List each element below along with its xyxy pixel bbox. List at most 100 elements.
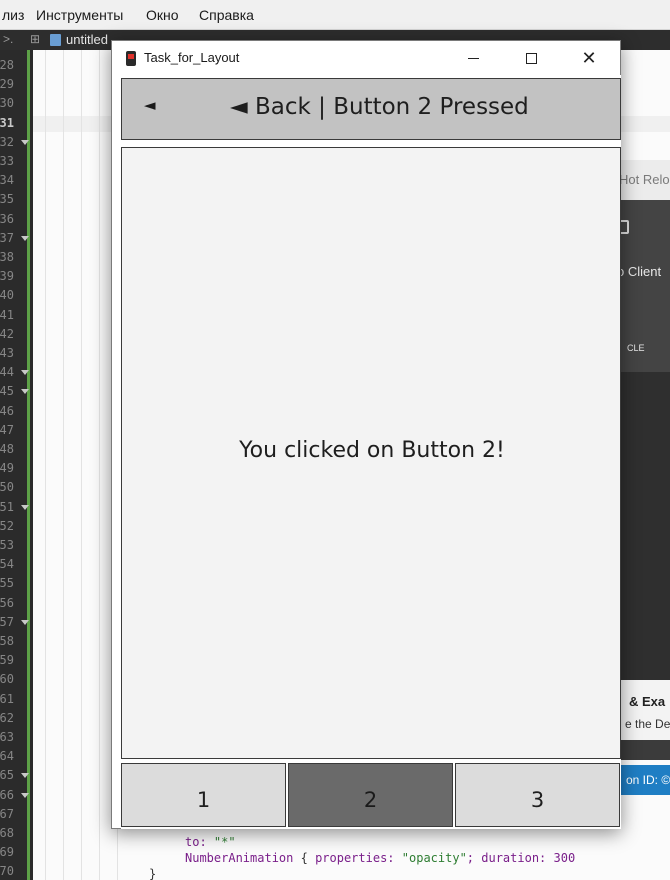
line-number: 44 <box>0 365 14 380</box>
line-number: 33 <box>0 154 14 168</box>
line-number-gutter: 28 29 30 31 32 33 34 35 36 37 38 39 40 41 42 43 44 45 46 47… <box>0 50 30 880</box>
line-number: 31 <box>0 115 14 130</box>
fold-toggle-icon[interactable] <box>21 619 29 625</box>
header-bar: ◄ ◄ Back | Button 2 Pressed <box>121 78 621 140</box>
line-number: 56 <box>0 595 14 610</box>
code-type: NumberAnimation <box>185 851 294 865</box>
bottom-tab-bar: 1 2 3 <box>121 763 621 829</box>
line-number: 35 <box>0 192 14 207</box>
line-number: 37 <box>0 230 14 245</box>
line-number: 39 <box>0 269 14 284</box>
line-number: 55 <box>0 576 14 591</box>
line-number: 46 <box>0 403 14 418</box>
line-number: 47 <box>0 422 14 437</box>
status-message: You clicked on Button 2! <box>239 438 505 463</box>
minimize-icon <box>467 57 479 59</box>
line-number: 28 <box>0 58 14 72</box>
line-number: 43 <box>0 346 14 360</box>
clear-button[interactable]: CLE <box>627 343 645 353</box>
code-key: to: <box>185 835 214 849</box>
code-brace: } <box>149 867 157 880</box>
code-key: ; duration: 300 <box>466 851 576 865</box>
line-number: 67 <box>0 806 14 821</box>
line-number: 58 <box>0 634 14 648</box>
app-client-area: ◄ ◄ Back | Button 2 Pressed You clicked … <box>121 75 621 829</box>
line-number: 65 <box>0 768 14 783</box>
fold-toggle-icon[interactable] <box>21 504 29 510</box>
terminal-icon[interactable]: >. <box>3 32 13 46</box>
examples-heading: & Exa <box>629 694 666 709</box>
window-titlebar[interactable]: Task_for_Layout ✕ <box>112 41 620 75</box>
line-number: 69 <box>0 845 14 860</box>
fold-toggle-icon[interactable] <box>21 389 29 395</box>
maximize-button[interactable] <box>508 41 554 75</box>
maximize-icon <box>525 52 537 64</box>
fold-toggle-icon[interactable] <box>21 370 29 376</box>
code-line-to: to: "*" <box>185 834 236 850</box>
menu-item-help[interactable]: Справка <box>199 7 254 23</box>
line-number: 68 <box>0 826 14 840</box>
fold-toggle-icon[interactable] <box>21 139 29 145</box>
line-number: 45 <box>0 384 14 399</box>
line-number: 40 <box>0 288 14 303</box>
line-number: 70 <box>0 864 14 879</box>
line-number: 60 <box>0 672 14 687</box>
tab-button-1[interactable]: 1 <box>121 763 286 827</box>
close-icon: ✕ <box>581 47 597 69</box>
fold-toggle-icon[interactable] <box>21 235 29 241</box>
line-number: 59 <box>0 653 14 668</box>
examples-description: e the Dev <box>625 717 670 731</box>
session-id-bar[interactable]: on ID: © <box>620 765 670 795</box>
ide-menubar: лиз Инструменты Окно Справка <box>0 0 670 30</box>
code-string: "opacity" <box>401 851 467 865</box>
code-key: properties: <box>315 851 402 865</box>
menu-item-analysis[interactable]: лиз <box>2 7 24 23</box>
window-title: Task_for_Layout <box>144 50 240 65</box>
file-icon <box>50 34 61 46</box>
line-number: 54 <box>0 557 14 572</box>
code-line-animation: NumberAnimation { properties: "opacity";… <box>185 850 575 866</box>
code-punct: { <box>293 851 316 865</box>
line-number: 38 <box>0 250 14 264</box>
line-number: 61 <box>0 691 14 706</box>
code-string: "*" <box>213 835 236 849</box>
close-button[interactable]: ✕ <box>566 41 612 75</box>
file-tab-label[interactable]: untitled <box>66 32 108 47</box>
line-number: 53 <box>0 538 14 552</box>
line-number: 32 <box>0 134 14 149</box>
line-number: 36 <box>0 211 14 226</box>
menu-item-tools[interactable]: Инструменты <box>36 7 123 23</box>
line-number: 48 <box>0 442 14 456</box>
minimize-button[interactable] <box>450 41 496 75</box>
line-number: 41 <box>0 307 14 322</box>
line-number: 42 <box>0 326 14 341</box>
line-number: 50 <box>0 480 14 495</box>
content-area: You clicked on Button 2! <box>121 147 621 759</box>
line-number: 49 <box>0 461 14 476</box>
line-number: 64 <box>0 749 14 764</box>
line-number: 52 <box>0 518 14 533</box>
menu-item-window[interactable]: Окно <box>146 7 179 23</box>
line-number: 66 <box>0 787 14 802</box>
line-number: 62 <box>0 710 14 725</box>
line-number: 63 <box>0 730 14 744</box>
line-number: 51 <box>0 499 14 514</box>
indent-guide <box>63 50 64 880</box>
tab-button-2[interactable]: 2 <box>288 763 453 827</box>
tab-button-3[interactable]: 3 <box>455 763 620 827</box>
indent-guide <box>99 50 100 880</box>
line-number: 30 <box>0 96 14 111</box>
line-number: 29 <box>0 77 14 92</box>
indent-guide <box>81 50 82 880</box>
back-button[interactable]: ◄ Back | Button 2 Pressed <box>230 94 529 120</box>
fold-toggle-icon[interactable] <box>21 792 29 798</box>
line-number: 34 <box>0 173 14 188</box>
back-arrow-icon[interactable]: ◄ <box>144 96 156 114</box>
split-icon[interactable]: ⊞ <box>30 32 40 46</box>
indent-guide <box>45 50 46 880</box>
app-window: Task_for_Layout ✕ ◄ ◄ Back | Button 2 Pr… <box>111 40 621 829</box>
app-icon <box>126 51 136 66</box>
fold-toggle-icon[interactable] <box>21 773 29 779</box>
hot-reload-client-text: o Client <box>617 264 662 279</box>
line-number: 57 <box>0 614 14 629</box>
